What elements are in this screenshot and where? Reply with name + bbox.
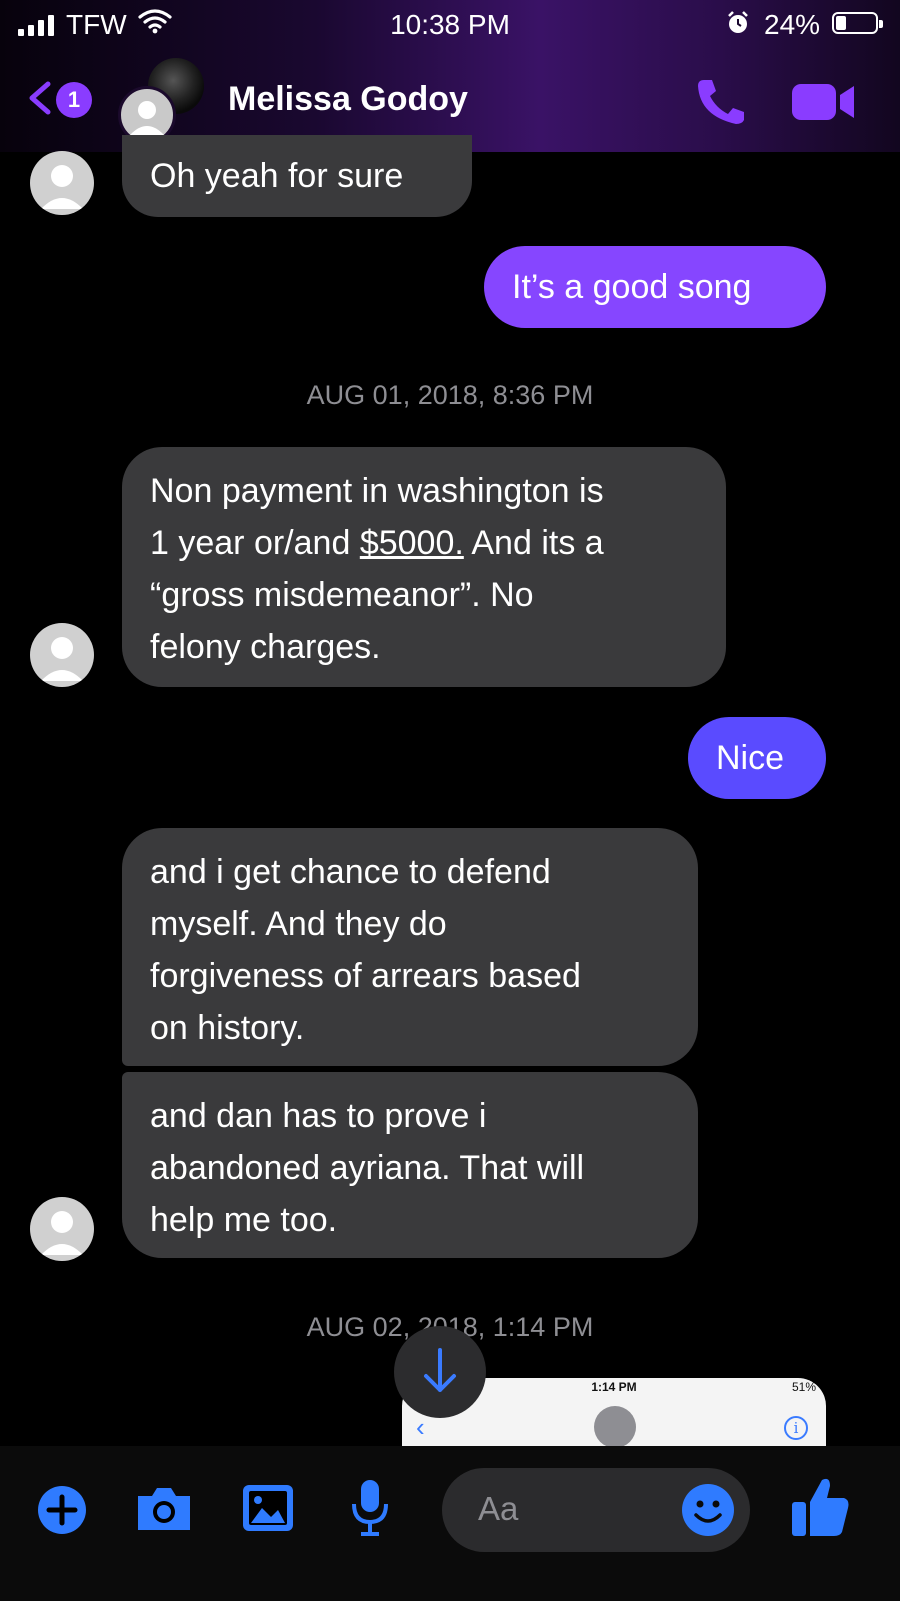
message-text: Oh yeah for sure — [150, 157, 404, 195]
preview-battery: 51% — [791, 1380, 816, 1394]
amount-link[interactable]: $5000. — [360, 524, 464, 562]
contact-name[interactable]: Melissa Godoy — [228, 80, 468, 119]
preview-avatar — [594, 1406, 636, 1448]
microphone-icon[interactable] — [348, 1478, 392, 1543]
message-bubble[interactable]: Oh yeah for sure — [122, 135, 472, 217]
message-line: myself. And they do — [150, 905, 447, 943]
video-call-icon[interactable] — [790, 80, 856, 124]
sender-avatar[interactable] — [30, 1197, 94, 1261]
message-line: “gross misdemeanor”. No — [150, 576, 534, 614]
unread-badge[interactable]: 1 — [56, 82, 92, 118]
message-bubble[interactable]: and i get chance to defend myself. And t… — [122, 828, 698, 1066]
header-bar: TFW 10:38 PM 24% 1 Melissa Godoy — [0, 0, 900, 152]
info-icon: i — [784, 1416, 808, 1440]
message-input-placeholder: Aa — [478, 1490, 519, 1527]
message-line: help me too. — [150, 1201, 338, 1239]
message-line: forgiveness of arrears based — [150, 957, 581, 995]
thumbs-up-icon[interactable] — [790, 1474, 852, 1545]
message-line: abandoned ayriana. That will — [150, 1149, 585, 1187]
sender-avatar[interactable] — [30, 151, 94, 215]
plus-icon[interactable] — [36, 1484, 88, 1541]
status-bar: TFW 10:38 PM 24% — [0, 0, 900, 50]
message-line: felony charges. — [150, 628, 381, 666]
emoji-icon[interactable] — [680, 1482, 736, 1543]
message-bubble[interactable]: and dan has to prove i abandoned ayriana… — [122, 1072, 698, 1258]
message-line: and dan has to prove i — [150, 1097, 487, 1135]
message-bubble[interactable]: Non payment in washington is 1 year or/a… — [122, 447, 726, 687]
message-text: It’s a good song — [512, 268, 752, 306]
camera-icon[interactable] — [134, 1484, 194, 1539]
message-text: Nice — [716, 739, 785, 777]
message-line: and i get chance to defend — [150, 853, 551, 891]
battery-percent: 24% — [764, 9, 821, 40]
alarm-icon — [726, 10, 750, 43]
back-icon[interactable] — [20, 78, 60, 118]
gallery-icon[interactable] — [240, 1482, 296, 1539]
sender-avatar[interactable] — [30, 623, 94, 687]
message-line: 1 year or/and $5000. And its a — [150, 524, 604, 562]
scroll-down-button[interactable] — [394, 1326, 486, 1418]
timestamp: AUG 01, 2018, 8:36 PM — [306, 380, 594, 410]
message-bubble-outgoing[interactable]: Nice — [688, 717, 826, 799]
battery-icon — [832, 12, 883, 34]
phone-icon[interactable] — [694, 76, 748, 126]
message-line: Non payment in washington is — [150, 472, 604, 510]
message-bubble-outgoing[interactable]: It’s a good song — [484, 246, 826, 328]
message-line: on history. — [150, 1009, 305, 1047]
